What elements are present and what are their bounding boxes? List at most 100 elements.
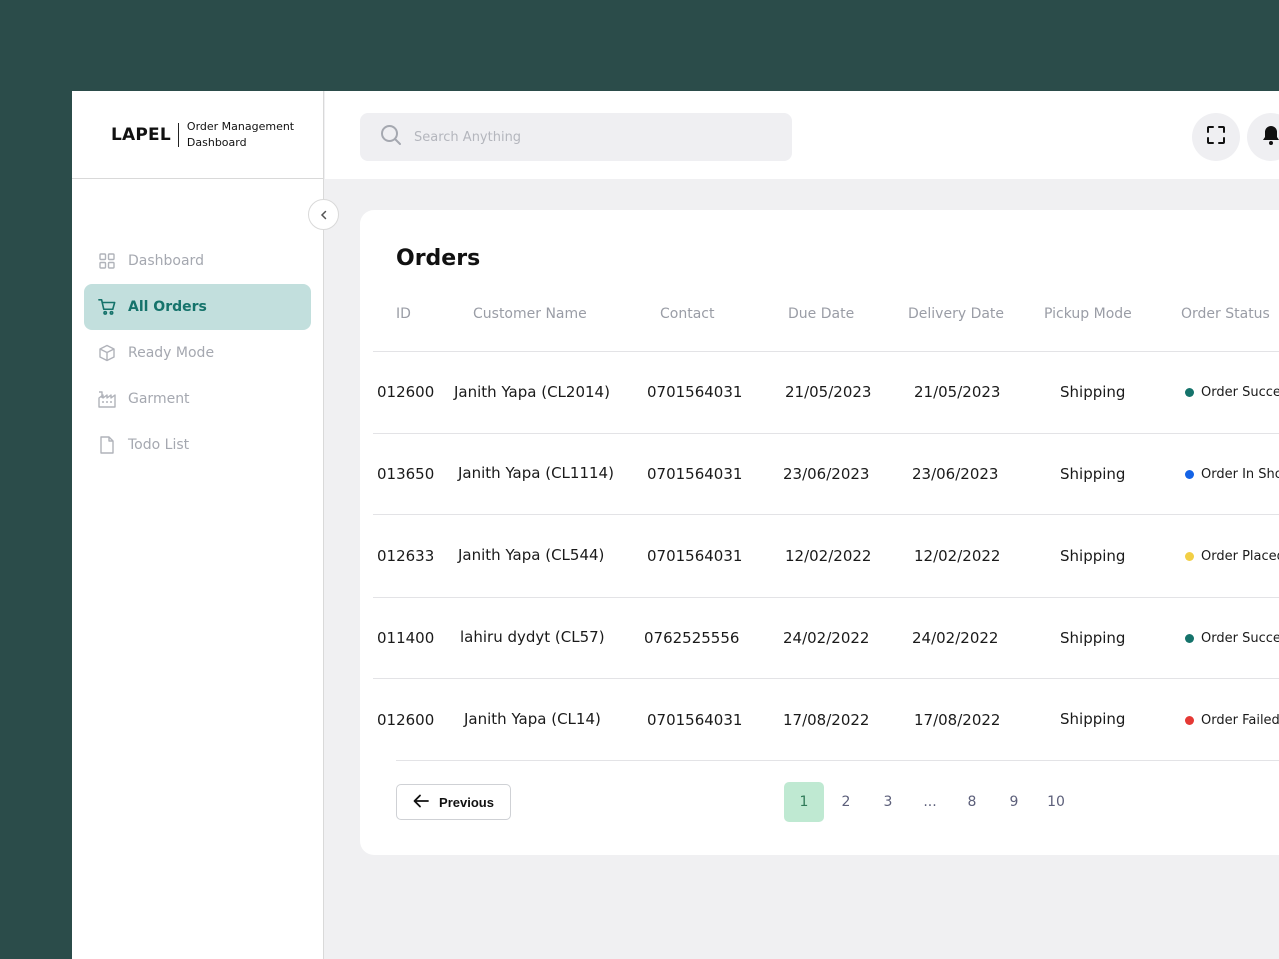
status-label: Order Success bbox=[1201, 631, 1279, 646]
customer-name: Janith Yapa (CL544) bbox=[458, 546, 605, 564]
status-label: Order In Shop bbox=[1201, 467, 1279, 482]
column-header-id: ID bbox=[396, 306, 411, 322]
column-header-customer-name: Customer Name bbox=[473, 306, 587, 322]
column-header-contact: Contact bbox=[660, 306, 715, 322]
page-1-button[interactable]: 1 bbox=[784, 782, 824, 822]
sidebar-item-ready-mode[interactable]: Ready Mode bbox=[84, 330, 311, 376]
sidebar-item-all-orders[interactable]: All Orders bbox=[84, 284, 311, 330]
customer-name: lahiru dydyt (CL57) bbox=[460, 628, 605, 646]
table-row[interactable]: 012600 Janith Yapa (CL2014) 0701564031 2… bbox=[373, 351, 1279, 433]
fullscreen-button[interactable] bbox=[1192, 113, 1240, 161]
status-badge: Order In Shop bbox=[1185, 467, 1279, 482]
customer-name: Janith Yapa (CL2014) bbox=[454, 383, 610, 401]
delivery-date: 24/02/2022 bbox=[912, 629, 999, 647]
bell-icon bbox=[1260, 124, 1279, 150]
table-row[interactable]: 012633 Janith Yapa (CL544) 0701564031 12… bbox=[373, 514, 1279, 597]
status-badge: Order Placed bbox=[1185, 549, 1279, 564]
previous-label: Previous bbox=[439, 794, 494, 810]
order-id: 011400 bbox=[377, 629, 435, 647]
page-ellipsis: ... bbox=[923, 794, 937, 810]
order-id: 013650 bbox=[377, 465, 435, 483]
page-title: Orders bbox=[396, 246, 481, 271]
notifications-button[interactable] bbox=[1247, 113, 1279, 161]
table-row[interactable]: 012600 Janith Yapa (CL14) 0701564031 17/… bbox=[373, 678, 1279, 760]
app-window: LAPEL Order Management Dashboard Dashboa… bbox=[72, 91, 1279, 959]
contact: 0701564031 bbox=[647, 711, 743, 729]
pickup-mode: Shipping bbox=[1060, 710, 1126, 728]
search-input[interactable] bbox=[414, 129, 774, 145]
file-icon bbox=[98, 436, 116, 454]
status-dot bbox=[1185, 552, 1194, 561]
due-date: 12/02/2022 bbox=[785, 547, 872, 565]
sidebar-nav: Dashboard All Orders Ready Mode Garment bbox=[84, 238, 311, 468]
delivery-date: 23/06/2023 bbox=[912, 465, 999, 483]
collapse-sidebar-button[interactable] bbox=[308, 199, 339, 230]
status-dot bbox=[1185, 716, 1194, 725]
sidebar-item-label: Todo List bbox=[128, 437, 190, 453]
delivery-date: 12/02/2022 bbox=[914, 547, 1001, 565]
customer-name: Janith Yapa (CL14) bbox=[464, 710, 601, 728]
grid-icon bbox=[98, 252, 116, 270]
due-date: 24/02/2022 bbox=[783, 629, 870, 647]
status-label: Order Success bbox=[1201, 385, 1279, 400]
table-header: ID Customer Name Contact Due Date Delive… bbox=[360, 306, 1279, 326]
status-label: Order Placed bbox=[1201, 549, 1279, 564]
pickup-mode: Shipping bbox=[1060, 383, 1126, 401]
contact: 0701564031 bbox=[647, 383, 743, 401]
factory-icon bbox=[98, 390, 116, 408]
table-row[interactable]: 011400 lahiru dydyt (CL57) 0762525556 24… bbox=[373, 597, 1279, 678]
topbar bbox=[325, 91, 1279, 179]
order-id: 012600 bbox=[377, 383, 435, 401]
contact: 0701564031 bbox=[647, 465, 743, 483]
chevron-left-icon bbox=[319, 205, 329, 224]
sidebar-item-label: Garment bbox=[128, 391, 190, 407]
column-header-pickup-mode: Pickup Mode bbox=[1044, 306, 1132, 322]
table-row[interactable]: 013650 Janith Yapa (CL1114) 0701564031 2… bbox=[373, 433, 1279, 514]
page-2-button[interactable]: 2 bbox=[826, 782, 866, 822]
sidebar-item-label: Ready Mode bbox=[128, 345, 215, 361]
status-badge: Order Failed bbox=[1185, 713, 1279, 728]
brand: LAPEL Order Management Dashboard bbox=[72, 91, 323, 179]
column-header-order-status: Order Status bbox=[1181, 306, 1270, 322]
contact: 0701564031 bbox=[647, 547, 743, 565]
due-date: 17/08/2022 bbox=[783, 711, 870, 729]
sidebar-item-garment[interactable]: Garment bbox=[84, 376, 311, 422]
fullscreen-icon bbox=[1206, 125, 1226, 149]
due-date: 21/05/2023 bbox=[785, 383, 872, 401]
page-9-button[interactable]: 9 bbox=[994, 782, 1034, 822]
pagination: 1 2 3 ... 8 9 10 bbox=[784, 782, 1078, 822]
pickup-mode: Shipping bbox=[1060, 547, 1126, 565]
sidebar-item-todo-list[interactable]: Todo List bbox=[84, 422, 311, 468]
sidebar-item-label: All Orders bbox=[128, 299, 207, 315]
orders-card: Orders ID Customer Name Contact Due Date… bbox=[360, 210, 1279, 855]
previous-page-button[interactable]: Previous bbox=[396, 784, 511, 820]
contact: 0762525556 bbox=[644, 629, 740, 647]
page-10-button[interactable]: 10 bbox=[1036, 782, 1076, 822]
status-dot bbox=[1185, 470, 1194, 479]
delivery-date: 17/08/2022 bbox=[914, 711, 1001, 729]
search-icon bbox=[380, 124, 402, 150]
order-id: 012633 bbox=[377, 547, 435, 565]
delivery-date: 21/05/2023 bbox=[914, 383, 1001, 401]
customer-name: Janith Yapa (CL1114) bbox=[458, 464, 614, 482]
pickup-mode: Shipping bbox=[1060, 629, 1126, 647]
sidebar: LAPEL Order Management Dashboard Dashboa… bbox=[72, 91, 324, 959]
brand-logo: LAPEL bbox=[111, 122, 179, 147]
column-header-due-date: Due Date bbox=[788, 306, 855, 322]
sidebar-item-dashboard[interactable]: Dashboard bbox=[84, 238, 311, 284]
column-header-delivery-date: Delivery Date bbox=[908, 306, 1005, 322]
cart-icon bbox=[98, 298, 116, 316]
order-id: 012600 bbox=[377, 711, 435, 729]
divider bbox=[396, 760, 1279, 761]
status-badge: Order Success bbox=[1185, 385, 1279, 400]
page-3-button[interactable]: 3 bbox=[868, 782, 908, 822]
status-label: Order Failed bbox=[1201, 713, 1279, 728]
status-dot bbox=[1185, 388, 1194, 397]
due-date: 23/06/2023 bbox=[783, 465, 870, 483]
page-8-button[interactable]: 8 bbox=[952, 782, 992, 822]
search-bar[interactable] bbox=[360, 113, 792, 161]
pickup-mode: Shipping bbox=[1060, 465, 1126, 483]
status-badge: Order Success bbox=[1185, 631, 1279, 646]
brand-subtitle: Order Management Dashboard bbox=[186, 119, 295, 149]
arrow-left-icon bbox=[413, 794, 439, 811]
